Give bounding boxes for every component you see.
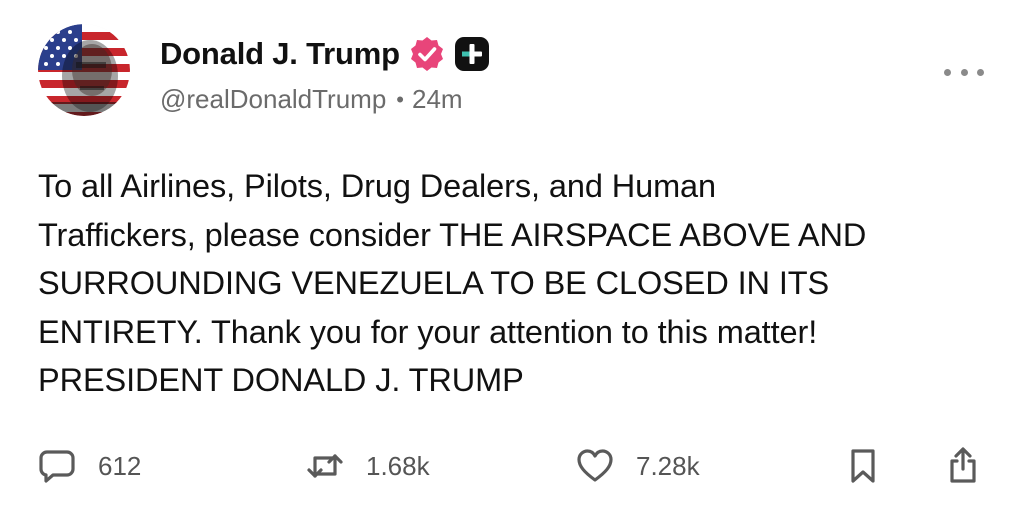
post-text-line: SURROUNDING VENEZUELA TO BE CLOSED IN IT… xyxy=(38,265,830,301)
post-card: Donald J. Trump @realDonaldTrump • 24m T… xyxy=(0,0,1024,518)
share-icon xyxy=(944,447,982,485)
post-actions-bar: 612 1.68k 7.28k xyxy=(0,440,1024,492)
like-button[interactable]: 7.28k xyxy=(576,446,700,486)
repost-count: 1.68k xyxy=(366,450,430,481)
like-count: 7.28k xyxy=(636,450,700,481)
separator-dot: • xyxy=(396,86,404,112)
plus-badge-icon xyxy=(454,36,490,72)
more-dot-icon xyxy=(960,68,968,76)
repost-button[interactable]: 1.68k xyxy=(306,446,430,486)
post-text-line: PRESIDENT DONALD J. TRUMP xyxy=(38,362,524,398)
post-text-line: To all Airlines, Pilots, Drug Dealers, a… xyxy=(38,168,717,204)
author-display-name[interactable]: Donald J. Trump xyxy=(160,36,400,72)
more-options-button[interactable] xyxy=(944,60,984,84)
avatar[interactable] xyxy=(38,24,130,116)
author-name-row: Donald J. Trump xyxy=(160,34,490,74)
post-timestamp[interactable]: 24m xyxy=(412,84,463,115)
reply-button[interactable]: 612 xyxy=(38,446,141,486)
post-body: To all Airlines, Pilots, Drug Dealers, a… xyxy=(38,162,998,405)
heart-icon xyxy=(576,447,614,485)
author-handle[interactable]: @realDonaldTrump xyxy=(160,84,386,115)
verified-check-icon xyxy=(408,35,446,73)
more-dot-icon xyxy=(944,68,951,76)
avatar-portrait-image xyxy=(38,24,130,116)
post-text-line: Traffickers, please consider THE AIRSPAC… xyxy=(38,216,867,253)
share-button[interactable] xyxy=(944,446,982,486)
reply-bubble-icon xyxy=(38,447,76,485)
post-text-line: ENTIRETY. Thank you for your attention t… xyxy=(38,313,818,350)
author-handle-row: @realDonaldTrump • 24m xyxy=(160,84,463,115)
more-dot-icon xyxy=(977,68,984,76)
repost-arrows-icon xyxy=(306,447,344,485)
reply-count: 612 xyxy=(98,450,142,481)
bookmark-icon xyxy=(844,447,882,485)
bookmark-button[interactable] xyxy=(844,446,882,486)
